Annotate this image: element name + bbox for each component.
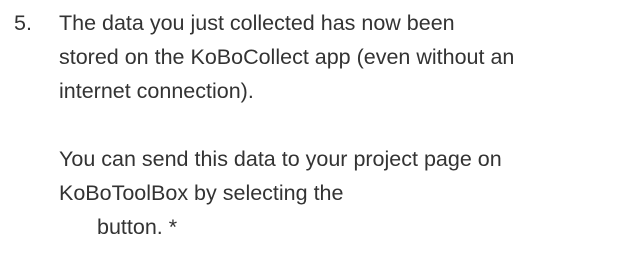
step-paragraph-send-data: You can send this data to your project p…: [59, 142, 619, 244]
step-paragraph-data-stored: The data you just collected has now been…: [59, 6, 619, 108]
paragraph-line: The data you just collected has now been: [59, 11, 455, 35]
paragraph-line: stored on the KoBoCollect app (even with…: [59, 45, 515, 69]
paragraph-line: You can send this data to your project p…: [59, 147, 502, 171]
paragraph-line: KoBoToolBox by selecting the: [59, 181, 344, 205]
paragraph-line: internet connection).: [59, 79, 254, 103]
step-number: 5.: [14, 11, 32, 35]
paragraph-line: button. *: [97, 215, 178, 239]
